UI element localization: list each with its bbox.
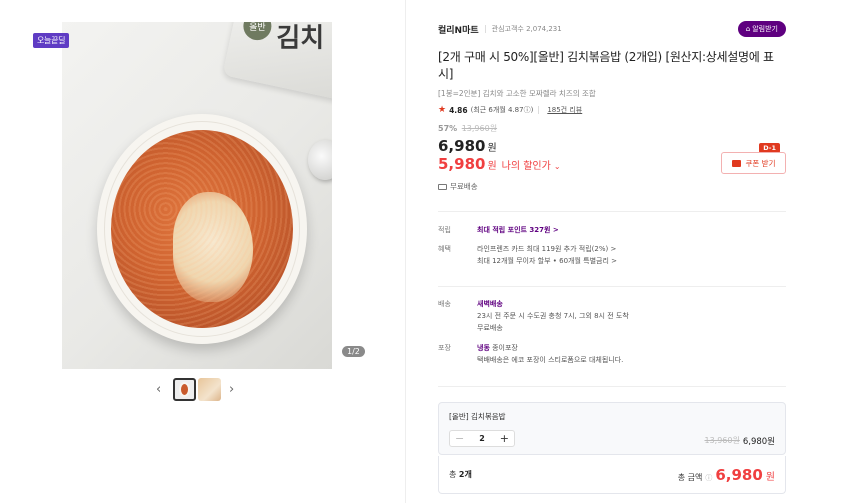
info-icon[interactable]: ⓘ [705, 473, 712, 483]
delivery-label: 배송 [438, 300, 451, 308]
my-price-label: 나의 할인가 [501, 161, 551, 172]
packing-label: 포장 [438, 344, 451, 352]
packing-type-name: 냉동 [477, 344, 490, 352]
spoon-image [308, 140, 332, 180]
product-subtitle: [1봉=2인분] 김치와 고소한 모짜렐라 치즈의 조합 [438, 89, 596, 98]
package-text: 김치 [276, 23, 325, 54]
plus-button[interactable]: + [500, 433, 509, 444]
installment-link[interactable]: 최대 12개월 무이자 할부 • 60개월 특별금리 > [477, 255, 617, 267]
option-name: [올반] 김치볶음밥 [449, 412, 506, 421]
total-price-unit: 원 [765, 471, 775, 483]
free-shipping-label: 무료배송 [450, 182, 478, 191]
coupon-button[interactable]: 쿠폰 받기 [721, 152, 786, 174]
benefit-row: 혜택 라인프렌즈 카드 최대 119원 추가 적립(2%) > 최대 12개월 … [438, 243, 786, 267]
separator [484, 25, 486, 33]
seller-row: 컬리N마트 관심고객수 2,074,231 ⌂ 알림받기 [438, 18, 786, 40]
rating-value: 4.86 [449, 105, 468, 115]
my-price-unit: 원 [487, 161, 497, 172]
delivery-fee: 무료배송 [477, 324, 503, 332]
coupon-button-label: 쿠폰 받기 [745, 158, 776, 168]
package-image: 올반 김치 [222, 22, 332, 101]
points-label: 적립 [438, 226, 451, 234]
total-count-value: 2개 [458, 470, 472, 479]
total-amount: 총 금액 ⓘ 6,980 원 [678, 466, 775, 484]
delivery-type: 새벽배송 [477, 300, 503, 308]
total-label: 총 금액 [677, 472, 703, 482]
image-page-indicator: 1/2 [342, 346, 365, 357]
quantity-stepper: − 2 + [449, 430, 515, 447]
packing-note: 택배배송은 에코 포장이 스티로폼으로 대체됩니다. [477, 356, 624, 364]
alarm-button-label: 알림받기 [752, 25, 778, 33]
chevron-down-icon: ⌄ [553, 162, 561, 171]
total-price: 6,980 [715, 465, 763, 484]
product-main-image[interactable]: 올반 김치 [62, 22, 332, 369]
sale-price: 6,980 [438, 137, 486, 155]
divider-bottom [438, 386, 786, 387]
followers-count: 관심고객수 2,074,231 [491, 25, 562, 33]
option-original-price: 13,960원 [704, 436, 740, 445]
chevron-right-icon[interactable]: › [229, 382, 234, 397]
card-benefit-link[interactable]: 라인프렌즈 카드 최대 119원 추가 적립(2%) > [477, 243, 617, 255]
coupon-icon [731, 159, 741, 167]
quantity-value[interactable]: 2 [479, 434, 485, 443]
packing-type: 냉동 종이포장 [477, 342, 623, 354]
packing-type-rest: 종이포장 [489, 344, 518, 352]
column-divider [405, 0, 406, 503]
delivery-section: 배송 새벽배송 23시 전 주문 시 수도권 충청 7시, 그외 8시 전 도착… [438, 298, 786, 366]
minus-button[interactable]: − [455, 433, 464, 444]
packing-row: 포장 냉동 종이포장 택배배송은 에코 포장이 스티로폼으로 대체됩니다. [438, 342, 786, 366]
product-info-panel: 컬리N마트 관심고객수 2,074,231 ⌂ 알림받기 [2개 구매 시 50… [438, 18, 786, 192]
total-row: 총 2개 총 금액 ⓘ 6,980 원 [438, 456, 786, 494]
thumbnail-1[interactable] [173, 378, 196, 401]
divider-middle [438, 286, 786, 287]
bell-icon: ⌂ [745, 25, 751, 33]
option-prices: 13,960원 6,980원 [704, 435, 775, 447]
original-price: 13,960원 [461, 124, 498, 133]
rating-detail: (최근 6개월 4.87ⓘ) [470, 106, 534, 114]
discount-row: 57% 13,960원 [438, 123, 786, 134]
star-icon: ★ [438, 105, 447, 115]
reviews-link[interactable]: 185건 리뷰 [547, 105, 582, 115]
brand-logo: 올반 [243, 22, 272, 41]
chevron-left-icon[interactable]: ‹ [156, 382, 161, 397]
benefits-section: 적립 최대 적립 포인트 327원 > 혜택 라인프렌즈 카드 최대 119원 … [438, 224, 786, 267]
fried-rice-image [111, 130, 293, 328]
seller-name[interactable]: 컬리N마트 [438, 23, 479, 36]
cheese-image [173, 192, 253, 302]
plate-image [97, 114, 307, 344]
thumbnail-plate [179, 382, 190, 397]
delivery-row: 배송 새벽배송 23시 전 주문 시 수도권 충청 7시, 그외 8시 전 도착… [438, 298, 786, 334]
discount-percent: 57% [438, 124, 458, 133]
divider-top [438, 211, 786, 212]
my-discount-price: 5,980 [438, 155, 486, 173]
points-link[interactable]: 최대 적립 포인트 327원 > [477, 224, 559, 236]
separator [538, 106, 540, 114]
option-box: [올반] 김치볶음밥 − 2 + 13,960원 6,980원 [438, 402, 786, 455]
price-unit: 원 [487, 143, 497, 154]
points-row: 적립 최대 적립 포인트 327원 > [438, 224, 786, 236]
delivery-time: 23시 전 주문 시 수도권 충청 7시, 그외 8시 전 도착 [477, 312, 629, 320]
product-title: [2개 구매 시 50%][올반] 김치볶음밥 (2개입) [원산지:상세설명에… [438, 50, 774, 81]
option-sale-price: 6,980원 [742, 437, 775, 447]
thumbnail-2[interactable] [198, 378, 221, 401]
benefit-label: 혜택 [438, 245, 451, 253]
free-shipping: 무료배송 [438, 181, 786, 192]
deal-badge: 오늘끝딜 [33, 33, 70, 48]
alarm-button[interactable]: ⌂ 알림받기 [737, 21, 786, 37]
total-count: 총 2개 [449, 470, 472, 479]
truck-icon [438, 183, 447, 190]
rating-row: ★ 4.86 (최근 6개월 4.87ⓘ) 185건 리뷰 [438, 105, 786, 115]
